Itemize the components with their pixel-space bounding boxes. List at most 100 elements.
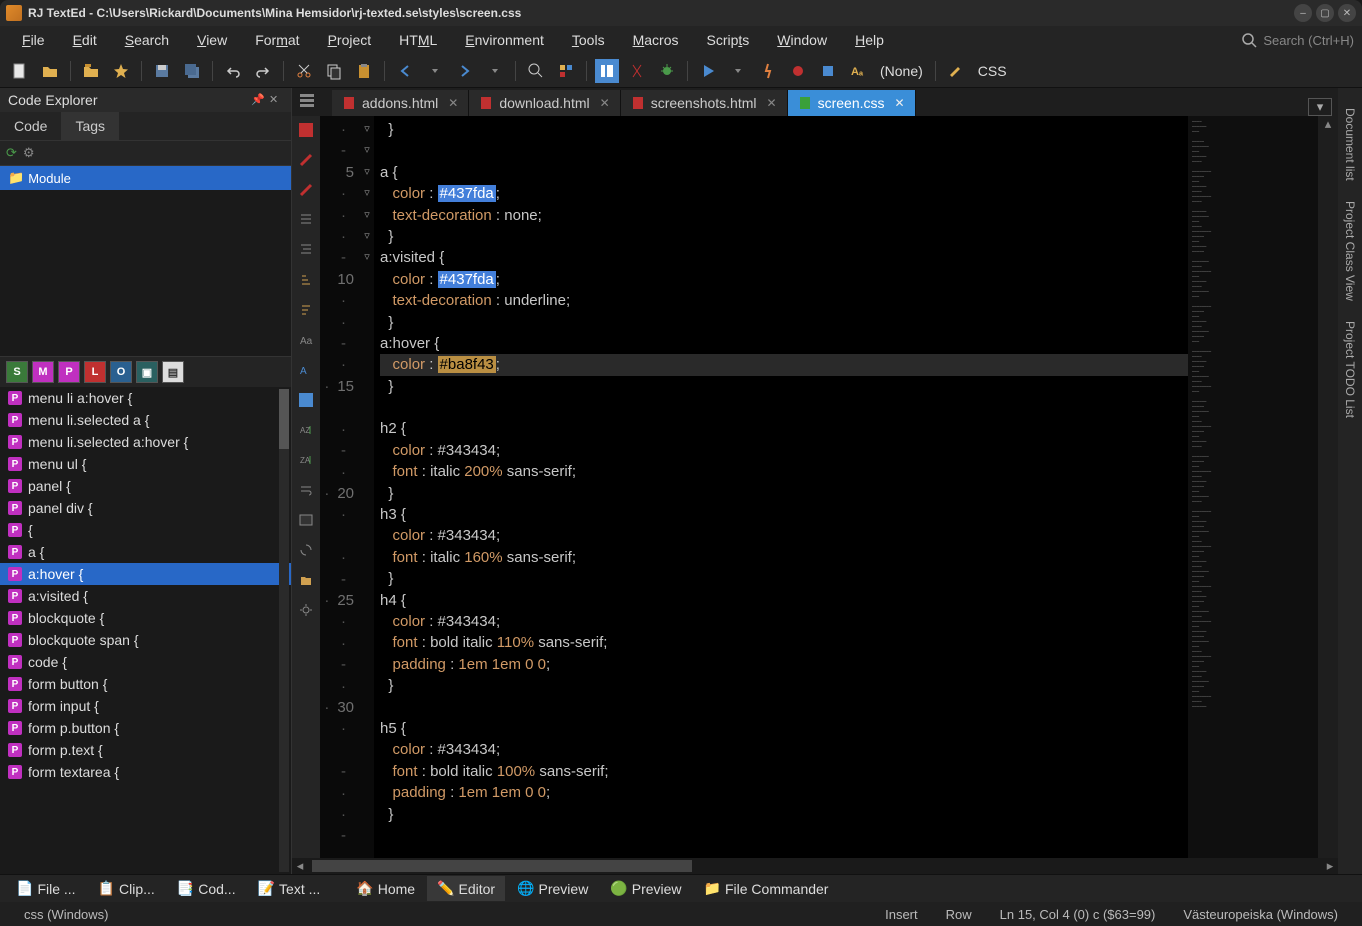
symbol-item[interactable]: Pform textarea { bbox=[0, 761, 291, 783]
subtab-tags[interactable]: Tags bbox=[61, 112, 119, 140]
symbol-item[interactable]: Pblockquote { bbox=[0, 607, 291, 629]
sort-za-icon[interactable]: ZA bbox=[296, 450, 316, 470]
filter-S[interactable]: S bbox=[6, 361, 28, 383]
marker2-icon[interactable] bbox=[296, 180, 316, 200]
search-box[interactable]: Search (Ctrl+H) bbox=[1241, 32, 1354, 48]
folder-open-icon[interactable] bbox=[296, 570, 316, 590]
symbol-item[interactable]: Pmenu li a:hover { bbox=[0, 387, 291, 409]
scroll-thumb[interactable] bbox=[312, 860, 692, 872]
right-tab[interactable]: Project Class View bbox=[1341, 191, 1359, 311]
menu-macros[interactable]: Macros bbox=[619, 28, 693, 52]
paste-icon[interactable] bbox=[352, 59, 376, 83]
document-tab[interactable]: screen.css✕ bbox=[788, 90, 916, 116]
undo-icon[interactable] bbox=[221, 59, 245, 83]
menu-file[interactable]: File bbox=[8, 28, 59, 52]
favorites-icon[interactable] bbox=[109, 59, 133, 83]
bug-icon[interactable] bbox=[655, 59, 679, 83]
spellcheck-icon[interactable]: Aₐ bbox=[846, 59, 870, 83]
filter-P[interactable]: P bbox=[58, 361, 80, 383]
settings-icon[interactable] bbox=[296, 600, 316, 620]
snippet-icon[interactable] bbox=[625, 59, 649, 83]
symbol-item[interactable]: Pa:visited { bbox=[0, 585, 291, 607]
sort-az-icon[interactable]: AZ bbox=[296, 420, 316, 440]
zoom-icon[interactable] bbox=[524, 59, 548, 83]
save-all-icon[interactable] bbox=[180, 59, 204, 83]
sync-icon[interactable] bbox=[296, 540, 316, 560]
close-button[interactable]: ✕ bbox=[1338, 4, 1356, 22]
bottom-left-tab[interactable]: 📝Text ... bbox=[248, 876, 331, 901]
tab-close-icon[interactable]: ✕ bbox=[767, 96, 777, 110]
symbol-item[interactable]: Pmenu ul { bbox=[0, 453, 291, 475]
wrap-icon[interactable] bbox=[296, 480, 316, 500]
redo-icon[interactable] bbox=[251, 59, 275, 83]
symbol-item[interactable]: Ppanel div { bbox=[0, 497, 291, 519]
symbol-item[interactable]: Pmenu li.selected a { bbox=[0, 409, 291, 431]
document-tab[interactable]: screenshots.html✕ bbox=[621, 90, 788, 116]
menu-view[interactable]: View bbox=[183, 28, 241, 52]
menu-html[interactable]: HTML bbox=[385, 28, 451, 52]
document-tab[interactable]: addons.html✕ bbox=[332, 90, 469, 116]
symbol-item[interactable]: Pblockquote span { bbox=[0, 629, 291, 651]
menu-help[interactable]: Help bbox=[841, 28, 898, 52]
scroll-up-icon[interactable]: ▴ bbox=[1318, 116, 1338, 132]
bottom-main-tab-home[interactable]: 🏠Home bbox=[346, 876, 425, 901]
menu-window[interactable]: Window bbox=[763, 28, 841, 52]
action-icon[interactable] bbox=[756, 59, 780, 83]
bottom-main-tab-file-commander[interactable]: 📁File Commander bbox=[694, 876, 839, 901]
spellcheck-language[interactable]: (None) bbox=[876, 63, 927, 79]
filter-extra2[interactable]: ▤ bbox=[162, 361, 184, 383]
symbol-item[interactable]: Pform p.button { bbox=[0, 717, 291, 739]
nav-dropdown-icon[interactable] bbox=[423, 59, 447, 83]
marker1-icon[interactable] bbox=[296, 150, 316, 170]
record-icon[interactable] bbox=[786, 59, 810, 83]
stop-icon[interactable] bbox=[816, 59, 840, 83]
open-folder-icon[interactable] bbox=[79, 59, 103, 83]
filter-M[interactable]: M bbox=[32, 361, 54, 383]
bottom-main-tab-preview[interactable]: 🌐Preview bbox=[507, 876, 598, 901]
sort-asc-icon[interactable] bbox=[296, 270, 316, 290]
symbol-item[interactable]: Pform p.text { bbox=[0, 739, 291, 761]
filter-O[interactable]: O bbox=[110, 361, 132, 383]
tab-close-icon[interactable]: ✕ bbox=[448, 96, 458, 110]
menu-environment[interactable]: Environment bbox=[451, 28, 558, 52]
format-icon[interactable]: A bbox=[296, 360, 316, 380]
case-icon[interactable]: Aa bbox=[296, 330, 316, 350]
status-encoding[interactable]: Västeuropeiska (Windows) bbox=[1169, 907, 1352, 922]
refresh-icon[interactable]: ⟳ bbox=[6, 145, 17, 161]
symbol-list[interactable]: Pmenu li a:hover {Pmenu li.selected a {P… bbox=[0, 387, 291, 874]
symbol-item[interactable]: Ppanel { bbox=[0, 475, 291, 497]
line-number-gutter[interactable]: ·-5···-10··-··15·-··20··-·25··-··30·-··- bbox=[320, 116, 360, 858]
bottom-main-tab-editor[interactable]: ✏️Editor bbox=[427, 876, 505, 901]
filter-L[interactable]: L bbox=[84, 361, 106, 383]
fold-column[interactable]: ▿▿▿▿▿▿▿ bbox=[360, 116, 374, 858]
tab-dropdown[interactable]: ▾ bbox=[1308, 98, 1332, 116]
menu-search[interactable]: Search bbox=[111, 28, 183, 52]
tab-close-icon[interactable]: ✕ bbox=[600, 96, 610, 110]
outdent-icon[interactable] bbox=[296, 240, 316, 260]
bottom-left-tab[interactable]: 📋Clip... bbox=[88, 876, 165, 901]
maximize-button[interactable]: ▢ bbox=[1316, 4, 1334, 22]
bottom-main-tab-preview[interactable]: 🟢Preview bbox=[600, 876, 691, 901]
minimap[interactable]: ▬▬▬▬▬▬▬▬▬▬▬▬▬▬▬▬▬▬▬▬▬▬▬▬▬▬▬▬▬▬▬▬▬▬▬▬▬▬▬▬… bbox=[1188, 116, 1318, 858]
cut-icon[interactable] bbox=[292, 59, 316, 83]
symbol-item[interactable]: Pform input { bbox=[0, 695, 291, 717]
document-tab[interactable]: download.html✕ bbox=[469, 90, 620, 116]
highlighter-icon[interactable] bbox=[944, 59, 968, 83]
status-insert[interactable]: Insert bbox=[871, 907, 932, 922]
module-tree-item[interactable]: 📁 Module bbox=[0, 166, 291, 190]
panel-close-icon[interactable]: ✕ bbox=[269, 93, 283, 107]
right-tab[interactable]: Project TODO List bbox=[1341, 311, 1359, 428]
scroll-left-icon[interactable]: ◂ bbox=[292, 858, 308, 874]
menu-edit[interactable]: Edit bbox=[59, 28, 111, 52]
window-list-icon[interactable] bbox=[298, 91, 316, 109]
syntax-language[interactable]: CSS bbox=[974, 63, 1011, 79]
symbol-item[interactable]: Pcode { bbox=[0, 651, 291, 673]
symbol-scrollbar[interactable] bbox=[279, 389, 289, 872]
module-tree[interactable]: 📁 Module bbox=[0, 166, 291, 356]
indent-icon[interactable] bbox=[296, 210, 316, 230]
symbol-item[interactable]: Pa:hover { bbox=[0, 563, 291, 585]
sort-desc-icon[interactable] bbox=[296, 300, 316, 320]
menu-tools[interactable]: Tools bbox=[558, 28, 619, 52]
symbol-item[interactable]: Pmenu li.selected a:hover { bbox=[0, 431, 291, 453]
highlight-icon[interactable] bbox=[554, 59, 578, 83]
